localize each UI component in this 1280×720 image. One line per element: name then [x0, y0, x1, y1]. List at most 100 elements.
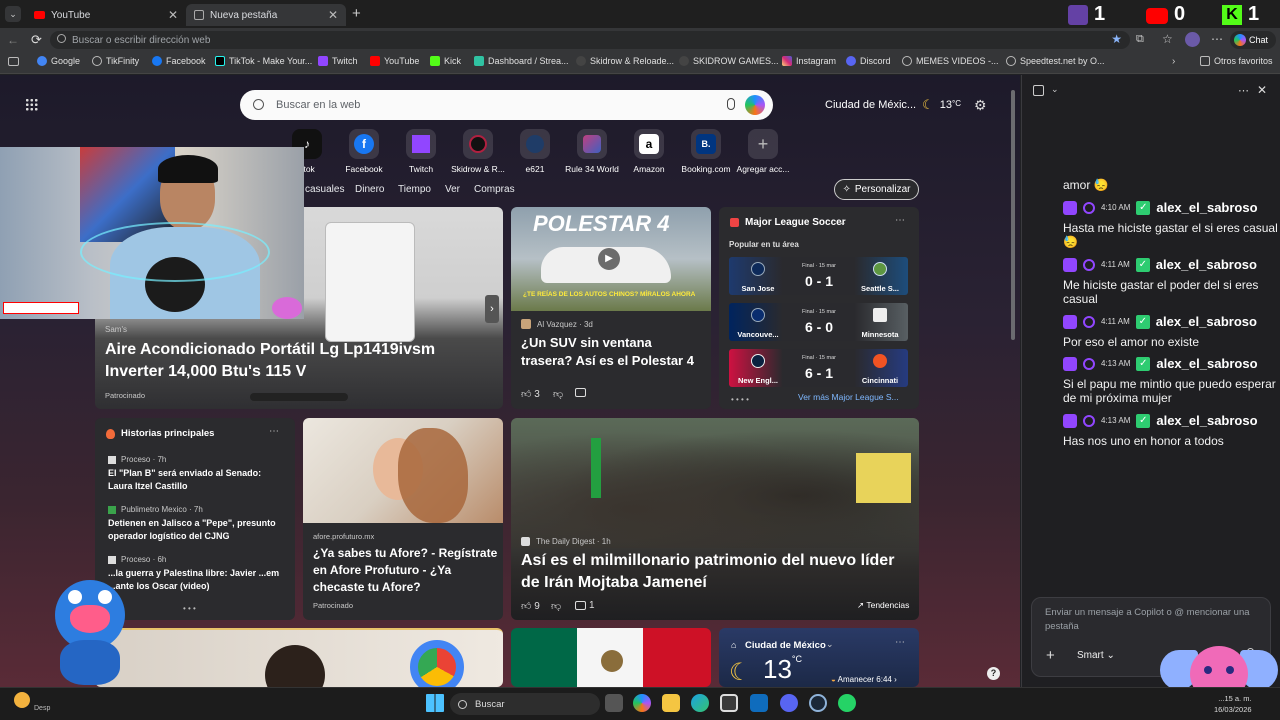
more-options-icon[interactable]: ⋯	[269, 426, 279, 437]
edge-icon[interactable]	[691, 694, 709, 712]
panel-more-icon[interactable]: ⋯	[1238, 84, 1249, 97]
chat-username[interactable]: alex_el_sabroso	[1156, 257, 1257, 272]
thumbs-down-icon[interactable]: 👎︎	[553, 388, 563, 400]
clock[interactable]: ...15 a. m. 16/03/2026	[1214, 693, 1252, 715]
chat-username[interactable]: alex_el_sabroso	[1156, 200, 1257, 215]
hero-title[interactable]: Aire Acondicionado Portátil Lg Lp1419ivs…	[105, 339, 490, 383]
bookmark-skidrow[interactable]: Skidrow & Reloade...	[576, 56, 674, 66]
play-icon[interactable]: ▶	[598, 248, 620, 270]
extensions-icon[interactable]: ⧉	[1136, 33, 1144, 46]
tile-add-shortcut[interactable]: + Agregar acc...	[731, 127, 795, 174]
new-tab-button[interactable]: +	[352, 5, 361, 22]
tile-amazon[interactable]: a Amazon	[617, 127, 681, 174]
tile-booking[interactable]: B. Booking.com	[674, 127, 738, 174]
nav-tiempo[interactable]: Tiempo	[398, 184, 431, 195]
bookmark-youtube[interactable]: YouTube	[370, 56, 419, 66]
close-icon[interactable]: ✕	[168, 8, 178, 22]
chevron-down-icon[interactable]: ⌄	[839, 217, 847, 228]
bookmark-instagram[interactable]: Instagram	[782, 56, 836, 66]
favorites-icon[interactable]: ☆	[1162, 32, 1173, 46]
chevron-down-icon[interactable]: ⌄	[1051, 84, 1059, 95]
steam-icon[interactable]	[809, 694, 827, 712]
bookmark-speedtest[interactable]: Speedtest.net by O...	[1006, 56, 1105, 66]
back-icon[interactable]: ←	[7, 33, 19, 47]
whatsapp-icon[interactable]	[838, 694, 856, 712]
weather-taskbar-icon[interactable]	[14, 692, 30, 708]
comment-icon[interactable]	[575, 388, 586, 397]
bookmark-kick[interactable]: Kick	[430, 56, 461, 66]
microphone-icon[interactable]	[727, 98, 735, 110]
bookmark-twitch[interactable]: Twitch	[318, 56, 358, 66]
chevron-down-icon[interactable]: ⌄	[826, 639, 834, 650]
nav-compras[interactable]: Compras	[474, 184, 515, 195]
like-button[interactable]: 👍︎ 3	[521, 388, 540, 400]
tile-e621[interactable]: e621	[503, 127, 567, 174]
mexico-flag-card[interactable]	[511, 628, 711, 687]
taskbar-search[interactable]: Buscar	[450, 693, 600, 715]
weather-widget[interactable]: Ciudad de Méxic... ☾ 13°C	[825, 97, 961, 113]
weather-card[interactable]: ⌂ Ciudad de México ⌄ ⋯ ☾ 13°C ◒ Amanecer…	[719, 628, 919, 687]
chat-username[interactable]: alex_el_sabroso	[1156, 356, 1257, 371]
copilot-icon[interactable]	[745, 95, 765, 115]
nav-casuales[interactable]: casuales	[305, 184, 344, 195]
league-title[interactable]: Major League Soccer	[745, 217, 846, 228]
promo-card[interactable]	[95, 628, 503, 687]
more-options-icon[interactable]: ⋯	[895, 215, 905, 226]
bookmark-tikfinity[interactable]: TikFinity	[92, 56, 139, 66]
bookmark-google[interactable]: Google	[37, 56, 80, 66]
carousel-dots[interactable]: • • •	[183, 604, 196, 613]
afore-card[interactable]: afore.profuturo.mx ¿Ya sabes tu Afore? -…	[303, 418, 503, 620]
tile-twitch[interactable]: Twitch	[389, 127, 453, 174]
favorite-star-icon[interactable]: ★	[1111, 32, 1122, 46]
help-icon[interactable]: ?	[987, 667, 1000, 680]
personalize-button[interactable]: ✧ Personalizar	[834, 179, 919, 200]
page-scrollbar[interactable]	[1011, 90, 1015, 340]
bookmark-memes[interactable]: MEMES VIDEOS -...	[902, 56, 999, 66]
web-search-input[interactable]: Buscar en la web	[240, 90, 773, 120]
comment-button[interactable]: 1	[575, 600, 595, 611]
mail-icon[interactable]	[750, 694, 768, 712]
thumbs-down-icon[interactable]: 👎︎	[551, 600, 561, 612]
chat-username[interactable]: alex_el_sabroso	[1156, 314, 1257, 329]
store-icon[interactable]	[720, 694, 738, 712]
apps-grid-icon[interactable]	[25, 98, 38, 111]
copilot-app-icon[interactable]	[633, 694, 651, 712]
windows-start-icon[interactable]	[426, 694, 444, 712]
carousel-dots[interactable]: • • • •	[731, 395, 749, 404]
tab-youtube[interactable]: YouTube ✕	[26, 4, 186, 26]
chat-username[interactable]: alex_el_sabroso	[1156, 413, 1257, 428]
settings-gear-icon[interactable]: ⚙	[974, 97, 987, 114]
bookmark-dashboard[interactable]: Dashboard / Strea...	[474, 56, 569, 66]
iran-title[interactable]: Así es el milmillonario patrimonio del n…	[521, 550, 916, 594]
copilot-chat-button[interactable]: Chat	[1230, 31, 1276, 49]
new-chat-icon[interactable]	[1033, 85, 1044, 96]
tab-list-button[interactable]: ⌄	[5, 6, 21, 22]
news-item[interactable]: Publimetro Mexico · 7h Detienen en Jalis…	[108, 505, 288, 543]
nav-ver[interactable]: Ver	[445, 184, 460, 195]
bookmark-skidrow-games[interactable]: SKIDROW GAMES...	[679, 56, 779, 66]
other-bookmarks[interactable]: Otros favoritos	[1200, 56, 1273, 66]
next-arrow-button[interactable]: ›	[485, 295, 499, 323]
menu-icon[interactable]: ⋯	[1211, 32, 1223, 46]
iran-card[interactable]: The Daily Digest · 1h Así es el milmillo…	[511, 418, 919, 620]
tab-new-tab[interactable]: Nueva pestaña ✕	[186, 4, 346, 26]
file-explorer-icon[interactable]	[662, 694, 680, 712]
add-attachment-button[interactable]: +	[1046, 647, 1055, 664]
tile-rule34[interactable]: Rule 34 World	[560, 127, 624, 174]
news-item[interactable]: Proceso · 7h El "Plan B" será enviado al…	[108, 455, 288, 493]
task-view-icon[interactable]	[605, 694, 623, 712]
afore-title[interactable]: ¿Ya sabes tu Afore? - Regístrate en Afor…	[313, 545, 503, 596]
profile-avatar[interactable]	[1185, 32, 1200, 47]
nav-dinero[interactable]: Dinero	[355, 184, 384, 195]
bookmark-tiktok[interactable]: TikTok - Make Your...	[215, 56, 312, 66]
carousel-dots[interactable]	[250, 393, 348, 401]
match-row[interactable]: San Jose Final · 15 mar 0 - 1 Seattle S.…	[729, 257, 908, 295]
tile-skidrow[interactable]: Skidrow & R...	[446, 127, 510, 174]
polestar-title[interactable]: ¿Un SUV sin ventana trasera? Así es el P…	[521, 334, 706, 370]
panel-close-icon[interactable]: ✕	[1257, 83, 1267, 97]
like-button[interactable]: 👍︎ 9	[521, 600, 540, 612]
discord-icon[interactable]	[780, 694, 798, 712]
reload-icon[interactable]: ⟳	[31, 32, 42, 48]
tile-facebook[interactable]: f Facebook	[332, 127, 396, 174]
see-more-link[interactable]: Ver más Major League S...	[798, 392, 899, 402]
